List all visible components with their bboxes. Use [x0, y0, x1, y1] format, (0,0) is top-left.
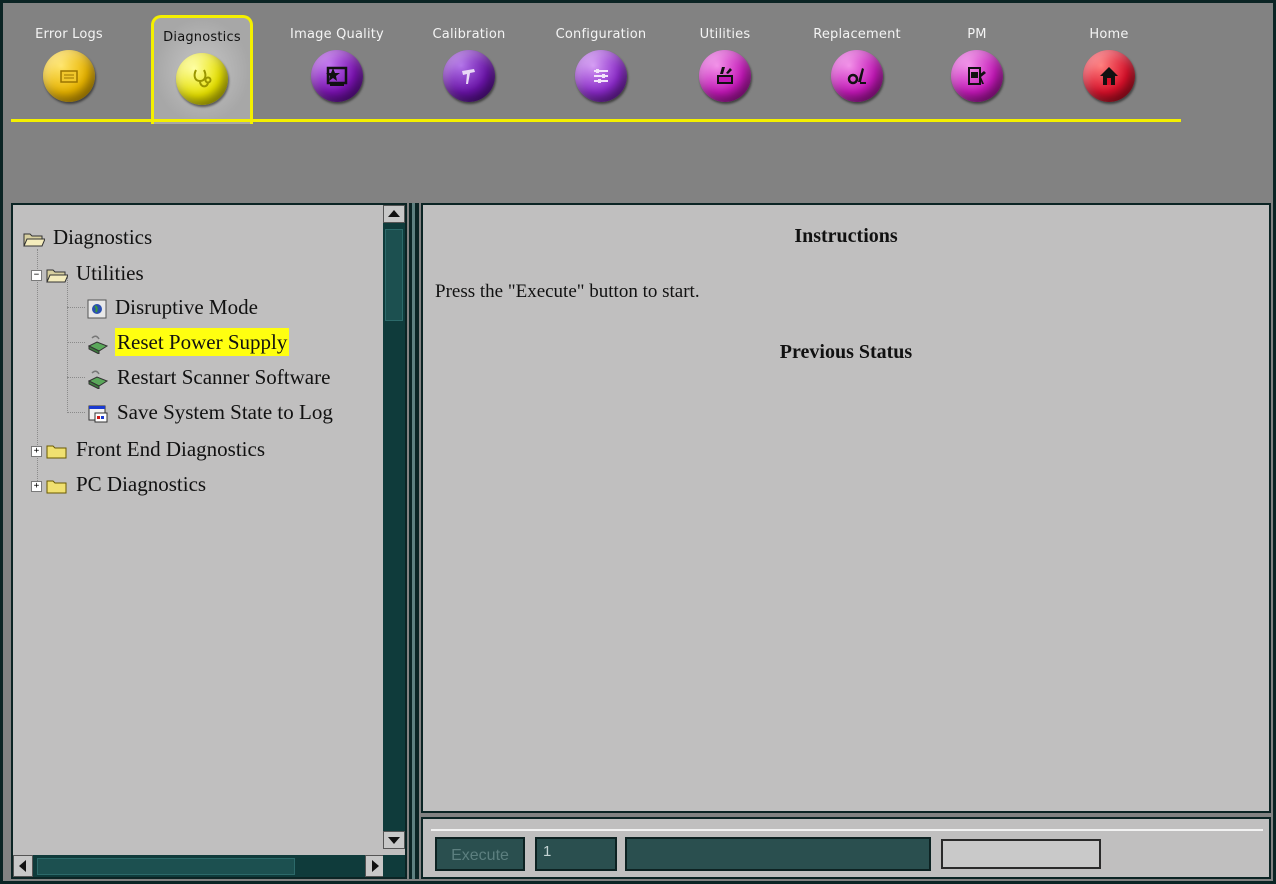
- save-log-icon: [88, 405, 108, 423]
- scroll-right-arrow-icon[interactable]: [365, 855, 385, 877]
- tab-replacement[interactable]: Replacement: [807, 17, 907, 121]
- tab-label: Image Quality: [290, 27, 384, 42]
- image-quality-icon: [311, 50, 363, 102]
- folder-icon: [46, 480, 67, 494]
- tab-label: Utilities: [699, 27, 751, 42]
- tab-configuration[interactable]: Configuration: [551, 17, 651, 121]
- tab-diagnostics[interactable]: Diagnostics: [151, 15, 253, 124]
- action-bar: Execute 1: [421, 817, 1271, 879]
- tree-item-disruptive-mode[interactable]: Disruptive Mode: [87, 293, 260, 321]
- tree-item-reset-power-supply[interactable]: Reset Power Supply: [87, 328, 290, 356]
- folder-icon: [46, 445, 67, 459]
- tab-home[interactable]: Home: [1059, 17, 1159, 121]
- app-window: Error Logs Diagnostics Image Quality Cal…: [0, 0, 1276, 884]
- tree-label: Utilities: [76, 261, 144, 285]
- tree-vertical-scrollbar[interactable]: [383, 205, 405, 849]
- tab-calibration[interactable]: Calibration: [419, 17, 519, 121]
- tree-node-utilities[interactable]: − Utilities: [31, 259, 146, 287]
- tree-label: Restart Scanner Software: [117, 365, 331, 389]
- calibration-icon: [443, 50, 495, 102]
- pane-splitter[interactable]: [409, 203, 419, 879]
- tab-label: Diagnostics: [163, 30, 241, 45]
- tree-node-front-end-diagnostics[interactable]: + Front End Diagnostics: [31, 435, 267, 463]
- collapse-toggle[interactable]: −: [31, 269, 42, 281]
- open-folder-icon: [23, 233, 45, 247]
- diagnostics-tree: Diagnostics − Utilities Disruptive Mode R…: [13, 205, 385, 849]
- configuration-icon: [575, 50, 627, 102]
- tab-label: Configuration: [555, 27, 647, 42]
- scroll-thumb[interactable]: [385, 229, 403, 321]
- header-area: [11, 125, 1271, 197]
- home-icon: [1083, 50, 1135, 102]
- tree-label: Save System State to Log: [117, 400, 333, 424]
- tree-item-save-system-state[interactable]: Save System State to Log: [87, 398, 335, 426]
- tree-item-restart-scanner-software[interactable]: Restart Scanner Software: [87, 363, 332, 391]
- instructions-pane: Instructions Press the "Execute" button …: [421, 203, 1271, 813]
- tree-node-diagnostics[interactable]: Diagnostics: [23, 223, 154, 251]
- utilities-icon: [699, 50, 751, 102]
- tab-pm[interactable]: PM: [927, 17, 1027, 121]
- tree-label: Reset Power Supply: [115, 328, 290, 356]
- instructions-text: Press the "Execute" button to start.: [435, 281, 700, 302]
- error-logs-icon: [43, 50, 95, 102]
- execute-button[interactable]: Execute: [435, 837, 525, 871]
- tab-image-quality[interactable]: Image Quality: [287, 17, 387, 121]
- navigation-tree-pane: Diagnostics − Utilities Disruptive Mode R…: [11, 203, 407, 879]
- globe-icon: [87, 299, 107, 319]
- scroll-thumb[interactable]: [37, 858, 295, 875]
- scroll-down-arrow-icon[interactable]: [383, 831, 405, 849]
- tree-label: Disruptive Mode: [115, 295, 258, 319]
- tab-error-logs[interactable]: Error Logs: [19, 17, 119, 121]
- instructions-heading: Instructions: [794, 225, 898, 247]
- iteration-field[interactable]: 1: [535, 837, 617, 871]
- tab-underline: [11, 119, 1181, 122]
- tree-label: Diagnostics: [53, 225, 153, 249]
- scroll-left-arrow-icon[interactable]: [13, 855, 33, 877]
- scanner-software-icon: [87, 370, 109, 390]
- scroll-corner: [383, 855, 405, 877]
- tab-label: Error Logs: [35, 27, 103, 42]
- previous-status-heading: Previous Status: [779, 341, 913, 363]
- power-supply-icon: [87, 335, 109, 355]
- replacement-icon: [831, 50, 883, 102]
- status-field: [941, 839, 1101, 869]
- tree-horizontal-scrollbar[interactable]: [13, 855, 385, 877]
- scroll-up-arrow-icon[interactable]: [383, 205, 405, 223]
- open-folder-icon: [46, 269, 68, 283]
- tab-label: Home: [1089, 27, 1129, 42]
- pm-icon: [951, 50, 1003, 102]
- stethoscope-icon: [176, 53, 228, 105]
- tab-label: Replacement: [813, 27, 901, 42]
- tree-label: PC Diagnostics: [76, 472, 207, 496]
- tab-label: Calibration: [432, 27, 506, 42]
- tab-bar: Error Logs Diagnostics Image Quality Cal…: [11, 11, 1271, 124]
- expand-toggle[interactable]: +: [31, 480, 42, 492]
- progress-bar: [625, 837, 931, 871]
- expand-toggle[interactable]: +: [31, 445, 42, 457]
- tree-node-pc-diagnostics[interactable]: + PC Diagnostics: [31, 470, 208, 498]
- tree-label: Front End Diagnostics: [76, 437, 265, 461]
- tab-utilities[interactable]: Utilities: [675, 17, 775, 121]
- tab-label: PM: [967, 27, 987, 42]
